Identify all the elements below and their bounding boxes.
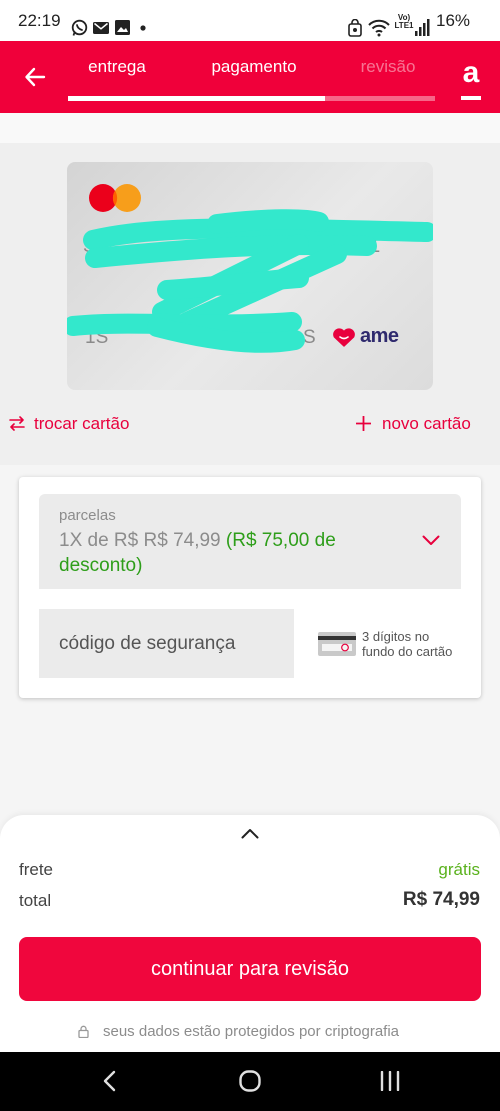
- network-indicator: Vo) LTE1: [394, 14, 414, 30]
- nav-recents-icon[interactable]: [380, 1071, 400, 1091]
- shipping-value: grátis: [438, 860, 480, 879]
- brand-logo-underline: [461, 96, 481, 100]
- network-lte: LTE1: [394, 21, 414, 30]
- installments-value: 1X de R$ R$ 74,99 (R$ 75,00 de desconto): [59, 528, 389, 578]
- whatsapp-icon: [71, 19, 88, 36]
- card-back-icon: [318, 632, 356, 656]
- new-card-button[interactable]: novo cartão: [355, 410, 483, 438]
- more-notifications-icon: [140, 25, 146, 31]
- security-note: seus dados estão protegidos por criptogr…: [103, 1023, 400, 1040]
- redaction-scribble: [67, 209, 433, 353]
- shipping-label: frete: [19, 860, 54, 879]
- total-value: R$ 74,99: [402, 889, 480, 910]
- chevron-down-icon[interactable]: [422, 535, 440, 546]
- step-progress-bar: [68, 96, 435, 101]
- header-spacer: [0, 113, 500, 143]
- nav-back-icon[interactable]: [102, 1070, 118, 1092]
- total-label: total: [19, 891, 52, 910]
- credit-card-preview: S 01 1S S ame: [67, 162, 433, 390]
- checkout-header: entrega pagamento revisão a: [0, 41, 500, 113]
- status-bar: 22:19 Vo) LTE1 16%: [0, 0, 500, 41]
- signal-icon: [415, 19, 430, 36]
- order-summary-sheet: frete grátis total R$ 74,99 continuar pa…: [0, 815, 500, 1052]
- swap-card-label: trocar cartão: [34, 414, 130, 433]
- system-navigation-bar: [0, 1052, 500, 1111]
- arrow-left-icon[interactable]: [24, 66, 46, 88]
- chevron-up-icon[interactable]: [241, 828, 259, 839]
- security-code-input[interactable]: [39, 609, 294, 678]
- new-card-label: novo cartão: [382, 414, 471, 433]
- status-time: 22:19: [18, 11, 61, 30]
- installments-select[interactable]: parcelas 1X de R$ R$ 74,99 (R$ 75,00 de …: [39, 494, 461, 589]
- wifi-icon: [368, 19, 390, 37]
- installments-label: parcelas: [59, 507, 116, 524]
- tab-revisao: revisão: [360, 57, 416, 76]
- continue-to-review-button[interactable]: continuar para revisão: [19, 937, 481, 1001]
- installments-amount: 1X de R$ R$ 74,99: [59, 530, 221, 551]
- swap-card-button[interactable]: trocar cartão: [8, 410, 148, 438]
- lock-icon: [78, 1025, 89, 1038]
- security-code-hint: 3 dígitos no fundo do cartão: [362, 629, 453, 659]
- image-icon: [115, 20, 130, 35]
- swap-arrows-icon: [9, 416, 25, 431]
- battery-level: 16%: [436, 11, 471, 30]
- mail-icon: [93, 22, 109, 34]
- tab-pagamento[interactable]: pagamento: [194, 57, 314, 77]
- nav-home-icon[interactable]: [239, 1070, 261, 1092]
- brand-logo[interactable]: a: [459, 58, 483, 88]
- app-notification-icon: [348, 19, 362, 37]
- plus-icon: [356, 416, 371, 431]
- tab-entrega[interactable]: entrega: [57, 57, 177, 77]
- step-progress-fill: [68, 96, 325, 101]
- payment-details-panel: parcelas 1X de R$ R$ 74,99 (R$ 75,00 de …: [19, 477, 481, 698]
